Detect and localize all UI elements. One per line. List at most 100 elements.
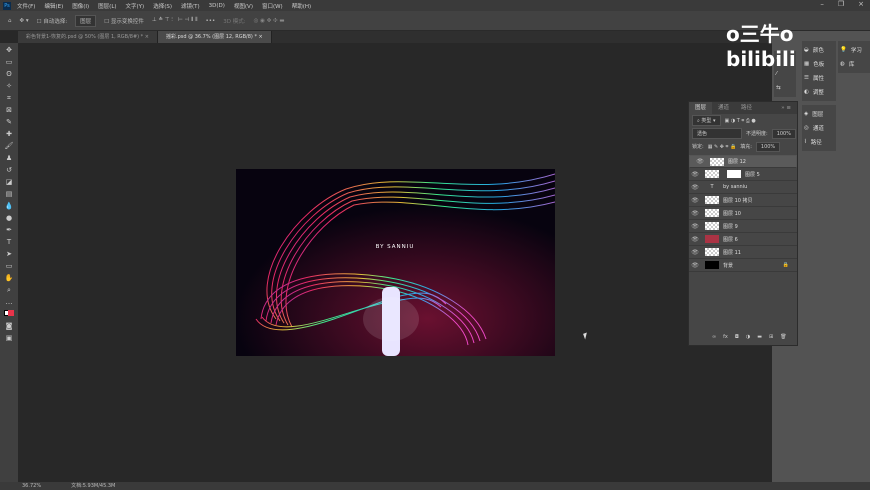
menu-type[interactable]: 文字(Y) [126, 2, 145, 10]
magic-wand-icon[interactable]: ✧ [4, 82, 14, 91]
layer-thumbnail [705, 235, 719, 243]
panel-menu-icon[interactable]: » ≡ [775, 102, 797, 114]
minimize-button[interactable]: – [820, 0, 824, 8]
layer-row[interactable]: 👁 图层 10 [689, 207, 797, 220]
opacity-input[interactable]: 100% [771, 128, 796, 139]
pen-tool-icon[interactable]: ✒ [4, 226, 14, 235]
layer-row[interactable]: 👁 Tby sanniu [689, 181, 797, 194]
restore-button[interactable]: ❐ [838, 0, 844, 8]
rectangle-tool-icon[interactable]: ▭ [4, 262, 14, 271]
menu-layer[interactable]: 图层(L) [98, 2, 116, 10]
brush-tool-icon[interactable]: 🖌 [4, 142, 14, 151]
layer-row[interactable]: 👁 图层 10 拷贝 [689, 194, 797, 207]
align-icons[interactable]: ⊥ ≛ ⊤ ⫶ ⊢ ⊣ ⫴ ⦀ [152, 17, 198, 24]
close-tab-icon[interactable]: × [259, 34, 263, 40]
link-icon[interactable]: ∞ [712, 334, 716, 340]
path-select-icon[interactable]: ➤ [4, 250, 14, 259]
eyedropper-icon[interactable]: ✎ [4, 118, 14, 127]
healing-brush-icon[interactable]: ✚ [4, 130, 14, 139]
more-icon[interactable]: ••• [206, 18, 216, 24]
lasso-tool-icon[interactable]: ʘ [4, 70, 14, 79]
tab-document-2[interactable]: 摇彩.psd @ 36.7% (图层 12, RGB/8) * × [157, 31, 272, 43]
layer-row[interactable]: 👁 图层 9 [689, 220, 797, 233]
fx-icon[interactable]: fx [723, 334, 728, 340]
eye-icon[interactable]: 👁 [689, 249, 701, 256]
move-tool-icon[interactable]: ✥ ▾ [20, 18, 29, 24]
lock-icons[interactable]: ▦ ✎ ✥ ⌗ 🔒 [708, 144, 737, 150]
dock-channels[interactable]: ◎ 通道 [804, 123, 834, 133]
dodge-tool-icon[interactable]: ● [4, 214, 14, 223]
document-canvas[interactable]: BY SANNIU [236, 169, 555, 356]
fill-input[interactable]: 100% [755, 141, 781, 152]
more-tools-icon[interactable]: … [4, 298, 14, 307]
adjustment-layer-icon[interactable]: ◑ [746, 334, 750, 340]
dock-layers[interactable]: ◈ 图层 [804, 109, 834, 119]
eye-icon[interactable]: 👁 [694, 158, 706, 165]
frame-tool-icon[interactable]: ⊠ [4, 106, 14, 115]
tab-channels[interactable]: 通道 [712, 102, 735, 114]
layer-row[interactable]: 👁 背景 🔒 [689, 259, 797, 272]
menu-filter[interactable]: 滤镜(T) [181, 2, 200, 10]
tools-panel: ✥ ▭ ʘ ✧ ⌗ ⊠ ✎ ✚ 🖌 ♟ ↺ ◪ ▤ 💧 ● ✒ T ➤ ▭ ✋ … [0, 43, 18, 483]
blur-tool-icon[interactable]: 💧 [4, 202, 14, 211]
menu-select[interactable]: 选择(S) [153, 2, 172, 10]
filter-icons[interactable]: ▣ ◑ T ⌗ ⎙ ● [725, 118, 756, 124]
tab-layers[interactable]: 图层 [689, 102, 713, 114]
color-swatches[interactable] [4, 310, 14, 319]
hand-tool-icon[interactable]: ✋ [4, 274, 14, 283]
gradient-tool-icon[interactable]: ▤ [4, 190, 14, 199]
stamp-tool-icon[interactable]: ♟ [4, 154, 14, 163]
menu-3d[interactable]: 3D(D) [209, 3, 225, 9]
menu-help[interactable]: 帮助(H) [292, 2, 311, 10]
eye-icon[interactable]: 👁 [689, 171, 701, 178]
blend-row: 透色 不透明度: 100% [689, 127, 797, 140]
layers-panel-tabs: 图层 通道 路径 » ≡ [689, 102, 797, 114]
menu-file[interactable]: 文件(F) [17, 2, 35, 10]
mask-icon[interactable]: ◘ [735, 334, 739, 340]
crop-tool-icon[interactable]: ⌗ [4, 94, 14, 103]
home-icon[interactable]: ⌂ [8, 18, 12, 24]
quick-mask-icon[interactable]: ◙ [4, 322, 14, 331]
dock-adjustments[interactable]: ◐ 调整 [804, 87, 834, 97]
dock-properties[interactable]: ☰ 属性 [804, 73, 834, 83]
eye-icon[interactable]: 👁 [689, 262, 701, 269]
filter-kind-dropdown[interactable]: ⌕ 类型 ▾ [692, 115, 721, 126]
close-tab-icon[interactable]: × [145, 34, 149, 40]
zoom-tool-icon[interactable]: ⌕ [4, 286, 14, 295]
trash-icon[interactable]: 🗑 [780, 334, 786, 340]
dock-paths[interactable]: ⌇ 路径 [804, 137, 834, 147]
adjust-icon[interactable]: ⇆ [776, 83, 794, 93]
zoom-level[interactable]: 36.72% [22, 482, 41, 490]
tab-document-1[interactable]: 彩色背景1-恢复的.psd @ 50% (图层 1, RGB/8#) * × [18, 31, 158, 43]
screen-mode-icon[interactable]: ▣ [4, 334, 14, 343]
layer-row[interactable]: 👁 图层 5 [689, 168, 797, 181]
marquee-tool-icon[interactable]: ▭ [4, 58, 14, 67]
menu-window[interactable]: 窗口(W) [262, 2, 283, 10]
eye-icon[interactable]: 👁 [689, 197, 701, 204]
tab-paths[interactable]: 路径 [735, 102, 758, 114]
auto-select-checkbox[interactable]: ☐ 自动选择: [37, 17, 68, 25]
move-tool-icon[interactable]: ✥ [4, 46, 14, 55]
eye-icon[interactable]: 👁 [689, 223, 701, 230]
menu-view[interactable]: 视图(V) [234, 2, 253, 10]
new-layer-icon[interactable]: ⊞ [769, 334, 773, 340]
eye-icon[interactable]: 👁 [689, 184, 701, 191]
history-brush-icon[interactable]: ↺ [4, 166, 14, 175]
layer-row[interactable]: 👁 图层 6 [689, 233, 797, 246]
group-icon[interactable]: ▬ [757, 334, 762, 340]
status-bar: 36.72% 文档:5.93M/45.3M [0, 482, 870, 490]
type-tool-icon[interactable]: T [4, 238, 14, 247]
layer-row[interactable]: 👁 图层 11 [689, 246, 797, 259]
layer-row[interactable]: 👁 图层 12 [689, 155, 797, 168]
3d-tools-icons[interactable]: ◎ ◉ ✥ ✣ ▬ [254, 18, 285, 24]
layers-footer: ∞ fx ◘ ◑ ▬ ⊞ 🗑 [709, 330, 787, 343]
eraser-icon[interactable]: ◪ [4, 178, 14, 187]
blend-mode-dropdown[interactable]: 透色 [692, 128, 742, 139]
eye-icon[interactable]: 👁 [689, 236, 701, 243]
show-transform-checkbox[interactable]: ☐ 显示变换控件 [104, 17, 144, 25]
auto-select-dropdown[interactable]: 图层 [75, 14, 97, 27]
eye-icon[interactable]: 👁 [689, 210, 701, 217]
close-button[interactable]: × [858, 0, 864, 8]
menu-image[interactable]: 图像(I) [72, 2, 89, 10]
menu-edit[interactable]: 编辑(E) [44, 2, 63, 10]
